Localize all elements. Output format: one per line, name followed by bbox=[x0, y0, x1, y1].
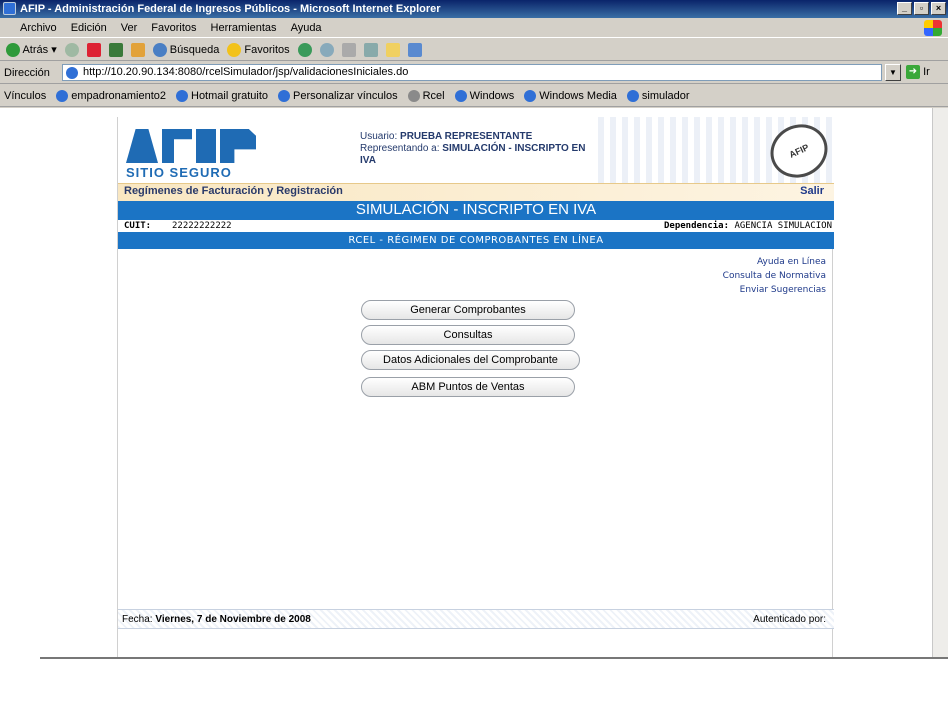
history-icon[interactable] bbox=[297, 42, 312, 57]
star-icon bbox=[227, 42, 242, 57]
cuit-label: CUIT: bbox=[124, 221, 152, 231]
page-icon bbox=[66, 67, 78, 79]
address-label: Dirección bbox=[4, 67, 50, 79]
windows-logo-icon bbox=[924, 20, 942, 36]
menu-edicion[interactable]: Edición bbox=[71, 18, 107, 37]
home-icon[interactable] bbox=[130, 42, 145, 57]
links-label: Vínculos bbox=[4, 90, 47, 102]
page-header: SITIO SEGURO Usuario: PRUEBA REPRESENTAN… bbox=[118, 115, 837, 187]
user-name: PRUEBA REPRESENTANTE bbox=[400, 131, 533, 142]
rcel-link-icon bbox=[407, 90, 420, 103]
link-windows[interactable]: Windows bbox=[454, 85, 514, 106]
cuit-bar: CUIT: 22222222222 Dependencia: AGENCIA S… bbox=[118, 219, 834, 233]
sitio-seguro-label: SITIO SEGURO bbox=[126, 165, 232, 180]
ayuda-link[interactable]: Ayuda en Línea bbox=[723, 255, 826, 269]
address-input[interactable]: http://10.20.90.134:8080/rcelSimulador/j… bbox=[62, 64, 882, 81]
link-simulador[interactable]: simulador bbox=[626, 85, 690, 106]
go-button[interactable]: ➜ Ir bbox=[906, 65, 930, 80]
links-bar: Vínculos empadronamiento2 Hotmail gratui… bbox=[0, 85, 948, 107]
menu-ayuda[interactable]: Ayuda bbox=[291, 18, 322, 37]
ie-link-icon bbox=[176, 90, 188, 103]
address-dropdown-button[interactable]: ▼ bbox=[885, 64, 901, 81]
stop-icon[interactable] bbox=[86, 42, 101, 57]
forward-arrow-icon[interactable] bbox=[64, 42, 79, 57]
menu-bar: Archivo Edición Ver Favoritos Herramient… bbox=[0, 18, 948, 38]
menu-archivo[interactable]: Archivo bbox=[20, 18, 57, 37]
close-button[interactable]: × bbox=[931, 2, 946, 15]
ie-link-icon bbox=[524, 90, 537, 103]
ie-icon bbox=[3, 2, 16, 15]
rcel-title: RCEL - RÉGIMEN DE COMPROBANTES EN LÍNEA bbox=[118, 233, 834, 249]
user-info: Usuario: PRUEBA REPRESENTANTE Representa… bbox=[360, 131, 586, 166]
dependencia: Dependencia: AGENCIA SIMULACION bbox=[664, 221, 832, 231]
fecha: Fecha: Viernes, 7 de Noviembre de 2008 bbox=[122, 614, 311, 625]
edit-icon[interactable] bbox=[363, 42, 378, 57]
search-button[interactable]: Búsqueda bbox=[152, 39, 219, 61]
go-arrow-icon: ➜ bbox=[906, 65, 920, 80]
minimize-button[interactable]: _ bbox=[897, 2, 912, 15]
address-bar: Dirección http://10.20.90.134:8080/rcelS… bbox=[0, 62, 948, 84]
ie-link-icon bbox=[626, 90, 639, 103]
standard-toolbar: Atrás ▾ Búsqueda Favoritos bbox=[0, 39, 948, 61]
folder-icon[interactable] bbox=[385, 42, 400, 57]
sugerencias-link[interactable]: Enviar Sugerencias bbox=[723, 283, 826, 297]
ie-link-icon bbox=[278, 90, 291, 103]
menu-herramientas[interactable]: Herramientas bbox=[211, 18, 277, 37]
link-hotmail[interactable]: Hotmail gratuito bbox=[176, 85, 268, 106]
regimen-title: Regímenes de Facturación y Registración bbox=[124, 185, 343, 197]
print-icon[interactable] bbox=[341, 42, 356, 57]
help-links: Ayuda en Línea Consulta de Normativa Env… bbox=[723, 255, 826, 297]
datos-adicionales-button[interactable]: Datos Adicionales del Comprobante bbox=[361, 350, 580, 370]
favorites-button[interactable]: Favoritos bbox=[227, 39, 290, 61]
window-title: AFIP - Administración Federal de Ingreso… bbox=[20, 3, 441, 15]
link-personalizar[interactable]: Personalizar vínculos bbox=[278, 85, 398, 106]
consultas-button[interactable]: Consultas bbox=[361, 325, 575, 345]
link-rcel[interactable]: Rcel bbox=[407, 85, 445, 106]
ie-link-icon bbox=[56, 90, 69, 103]
generar-comprobantes-button[interactable]: Generar Comprobantes bbox=[361, 300, 575, 320]
back-arrow-icon bbox=[6, 42, 20, 57]
maximize-button[interactable]: ▫ bbox=[914, 2, 929, 15]
title-bar: AFIP - Administración Federal de Ingreso… bbox=[0, 0, 948, 18]
cuit-value: 22222222222 bbox=[172, 221, 232, 231]
link-empadronamiento2[interactable]: empadronamiento2 bbox=[56, 85, 166, 106]
search-icon bbox=[152, 42, 167, 57]
messenger-icon[interactable] bbox=[407, 42, 422, 57]
menu-favoritos[interactable]: Favoritos bbox=[151, 18, 196, 37]
regimen-bar: Regímenes de Facturación y Registración … bbox=[118, 183, 834, 201]
ie-link-icon bbox=[454, 90, 467, 103]
footer-bar: Fecha: Viernes, 7 de Noviembre de 2008 A… bbox=[118, 609, 834, 629]
link-windows-media[interactable]: Windows Media bbox=[524, 85, 617, 106]
simulation-title: SIMULACIÓN - INSCRIPTO EN IVA bbox=[118, 201, 834, 219]
refresh-icon[interactable] bbox=[108, 42, 123, 57]
normativa-link[interactable]: Consulta de Normativa bbox=[723, 269, 826, 283]
autenticado-label: Autenticado por: bbox=[753, 614, 826, 625]
mail-icon[interactable] bbox=[319, 42, 334, 57]
afip-page: SITIO SEGURO Usuario: PRUEBA REPRESENTAN… bbox=[117, 115, 837, 657]
window-bottom-edge bbox=[40, 657, 948, 659]
salir-link[interactable]: Salir bbox=[800, 185, 824, 197]
back-button[interactable]: Atrás ▾ bbox=[6, 39, 57, 61]
menu-ver[interactable]: Ver bbox=[121, 18, 138, 37]
afip-logo: SITIO SEGURO bbox=[126, 129, 266, 180]
address-url: http://10.20.90.134:8080/rcelSimulador/j… bbox=[83, 66, 409, 78]
vertical-scrollbar[interactable] bbox=[932, 108, 948, 657]
abm-puntos-ventas-button[interactable]: ABM Puntos de Ventas bbox=[361, 377, 575, 397]
